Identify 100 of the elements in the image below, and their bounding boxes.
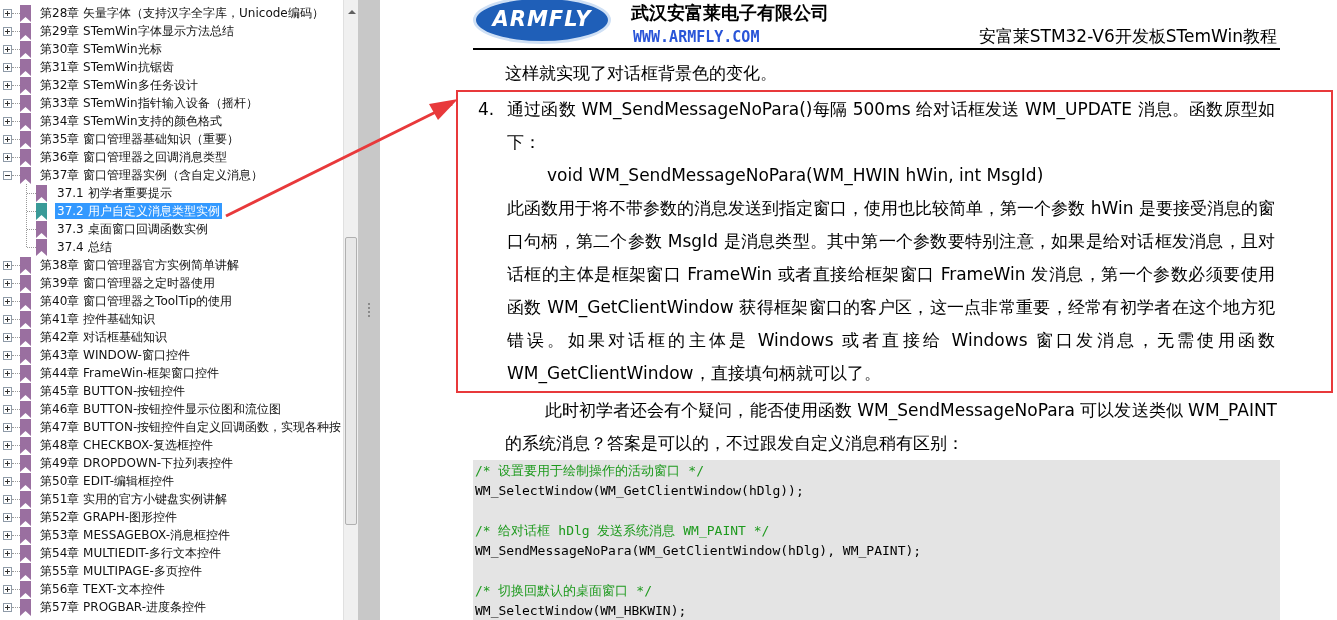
bookmark-item[interactable]: 37.3 桌面窗口回调函数实例 xyxy=(55,221,210,237)
bookmark-item[interactable]: 第45章 BUTTON-按钮控件 xyxy=(39,383,187,399)
expand-icon[interactable] xyxy=(3,494,12,504)
collapse-icon[interactable] xyxy=(3,170,12,180)
bookmark-icon xyxy=(20,346,31,364)
bookmark-icon xyxy=(20,22,31,40)
bookmark-item[interactable]: 第55章 MULTIPAGE-多页控件 xyxy=(39,563,203,579)
bookmark-item[interactable]: 第43章 WINDOW-窗口控件 xyxy=(39,347,191,363)
bookmark-item[interactable]: 第39章 窗口管理器之定时器使用 xyxy=(39,275,217,291)
expand-icon[interactable] xyxy=(3,152,12,162)
bookmark-item[interactable]: 第40章 窗口管理器之ToolTip的使用 xyxy=(39,293,234,309)
expand-icon[interactable] xyxy=(3,404,12,414)
logo: ARMFLY xyxy=(473,0,611,44)
expand-icon[interactable] xyxy=(3,512,12,522)
bookmark-item[interactable]: 第47章 BUTTON-按钮控件自定义回调函数，实现各种按 xyxy=(39,419,343,435)
code-comment: /* 切换回默认的桌面窗口 */ xyxy=(475,582,653,600)
expand-icon[interactable] xyxy=(3,566,12,576)
expand-icon[interactable] xyxy=(3,440,12,450)
bookmark-item[interactable]: 第41章 控件基础知识 xyxy=(39,311,157,327)
scrollbar[interactable] xyxy=(343,0,358,620)
bookmark-item[interactable]: 第49章 DROPDOWN-下拉列表控件 xyxy=(39,455,235,471)
bookmark-item[interactable]: 第53章 MESSAGEBOX-消息框控件 xyxy=(39,527,231,543)
bookmark-icon xyxy=(20,382,31,400)
expand-icon[interactable] xyxy=(3,80,12,90)
bookmark-icon xyxy=(20,40,31,58)
bookmark-item[interactable]: 第52章 GRAPH-图形控件 xyxy=(39,509,179,525)
bookmark-item[interactable]: 37.4 总结 xyxy=(55,239,114,255)
bookmark-item[interactable]: 第50章 EDIT-编辑框控件 xyxy=(39,473,175,489)
bookmark-icon xyxy=(20,544,31,562)
code-line: WM_SelectWindow(WM_GetClientWindow(hDlg)); xyxy=(475,482,805,500)
expand-icon[interactable] xyxy=(3,368,12,378)
expand-icon[interactable] xyxy=(3,602,12,612)
bookmark-item[interactable]: 第32章 STemWin多任务设计 xyxy=(39,77,199,93)
bookmark-icon xyxy=(20,364,31,382)
bookmark-icon xyxy=(36,238,47,256)
expand-icon[interactable] xyxy=(3,26,12,36)
bookmark-icon xyxy=(20,526,31,544)
expand-icon[interactable] xyxy=(3,548,12,558)
expand-icon[interactable] xyxy=(3,296,12,306)
expand-icon[interactable] xyxy=(3,260,12,270)
bookmark-icon xyxy=(20,328,31,346)
expand-icon[interactable] xyxy=(3,422,12,432)
list-number: 4. xyxy=(477,98,496,121)
expand-icon[interactable] xyxy=(3,332,12,342)
bookmark-item[interactable]: 第57章 PROGBAR-进度条控件 xyxy=(39,599,208,615)
bookmark-icon xyxy=(20,292,31,310)
bookmark-item[interactable]: 第56章 TEXT-文本控件 xyxy=(39,581,166,597)
expand-icon[interactable] xyxy=(3,584,12,594)
bookmark-icon xyxy=(20,490,31,508)
bookmark-item[interactable]: 第51章 实用的官方小键盘实例讲解 xyxy=(39,491,229,507)
bookmark-item[interactable]: 第54章 MULTIEDIT-多行文本控件 xyxy=(39,545,223,561)
expand-icon[interactable] xyxy=(3,62,12,72)
expand-icon[interactable] xyxy=(3,458,12,468)
bookmark-icon xyxy=(20,148,31,166)
bookmark-item[interactable]: 第34章 STemWin支持的颜色格式 xyxy=(39,113,223,129)
bookmark-icon xyxy=(20,94,31,112)
bookmark-item[interactable]: 第38章 窗口管理器官方实例简单讲解 xyxy=(39,257,241,273)
bookmark-item[interactable]: 第44章 FrameWin-框架窗口控件 xyxy=(39,365,221,381)
code-line: WM_SelectWindow(WM_HBKWIN); xyxy=(475,602,688,620)
bookmark-item[interactable]: 第29章 STemWin字体显示方法总结 xyxy=(39,23,235,39)
function-prototype: void WM_SendMessageNoPara(WM_HWIN hWin, int MsgId) xyxy=(546,164,1045,188)
scroll-thumb[interactable] xyxy=(345,237,357,525)
expand-icon[interactable] xyxy=(3,44,12,54)
expand-icon[interactable] xyxy=(3,350,12,360)
bookmark-item[interactable]: 第36章 窗口管理器之回调消息类型 xyxy=(39,149,229,165)
bookmark-item[interactable]: 第35章 窗口管理器基础知识（重要） xyxy=(39,131,241,147)
bookmark-icon xyxy=(20,112,31,130)
expand-icon[interactable] xyxy=(3,278,12,288)
expand-icon[interactable] xyxy=(3,8,12,18)
paragraph: 此函数用于将不带参数的消息发送到指定窗口，使用也比较简单，第一个参数 hWin 是要接受消息的窗口句柄，第二个参数 MsgId 是消息类型。其中第一个参数要特别注意，如果是给对话框发消息，且对话框的主体是框架窗口 FrameWin 或者直接给框架窗口 FrameWin 发消息，第一个参数必须要使用函数 WM_GetClientWindow 获得框架窗口的客户区，这一点非常重要，经常有初学者在这个地方犯错误。如果对话框的主体是 Windows 或者直接给 Windows 窗口发消息，无需使用函数 WM_GetClientWindow，直接填句柄就可以了。 xyxy=(507,197,1275,386)
bookmark-icon xyxy=(20,400,31,418)
code-comment: /* 设置要用于绘制操作的活动窗口 */ xyxy=(475,462,705,480)
expand-icon[interactable] xyxy=(3,134,12,144)
bookmark-icon xyxy=(36,202,47,220)
expand-icon[interactable] xyxy=(3,314,12,324)
expand-icon[interactable] xyxy=(3,116,12,126)
bookmark-item[interactable]: 第30章 STemWin光标 xyxy=(39,41,163,57)
bookmark-item[interactable]: 第42章 对话框基础知识 xyxy=(39,329,169,345)
bookmark-item[interactable]: 37.1 初学者重要提示 xyxy=(55,185,174,201)
bookmark-item[interactable]: 第33章 STemWin指针输入设备（摇杆） xyxy=(39,95,259,111)
bookmark-item[interactable]: 第31章 STemWin抗锯齿 xyxy=(39,59,175,75)
expand-icon[interactable] xyxy=(3,98,12,108)
bookmark-item[interactable]: 第37章 窗口管理器实例（含自定义消息） xyxy=(39,167,265,183)
bookmark-icon xyxy=(20,274,31,292)
bookmark-item[interactable]: 第28章 矢量字体（支持汉字全字库，Unicode编码） xyxy=(39,5,325,21)
bookmark-icon xyxy=(20,472,31,490)
bookmark-icon xyxy=(20,130,31,148)
expand-icon[interactable] xyxy=(3,476,12,486)
bookmark-icon xyxy=(20,418,31,436)
bookmark-icon xyxy=(36,184,47,202)
bookmark-icon xyxy=(20,580,31,598)
expand-icon[interactable] xyxy=(3,386,12,396)
expand-icon[interactable] xyxy=(3,530,12,540)
bookmark-icon xyxy=(20,4,31,22)
bookmark-item[interactable]: 第48章 CHECKBOX-复选框控件 xyxy=(39,437,214,453)
bookmark-icon xyxy=(20,436,31,454)
code-comment: /* 给对话框 hDlg 发送系统消息 WM_PAINT */ xyxy=(475,522,771,540)
bookmark-item[interactable]: 第46章 BUTTON-按钮控件显示位图和流位图 xyxy=(39,401,283,417)
bookmark-icon xyxy=(20,598,31,616)
bookmark-icon xyxy=(20,58,31,76)
